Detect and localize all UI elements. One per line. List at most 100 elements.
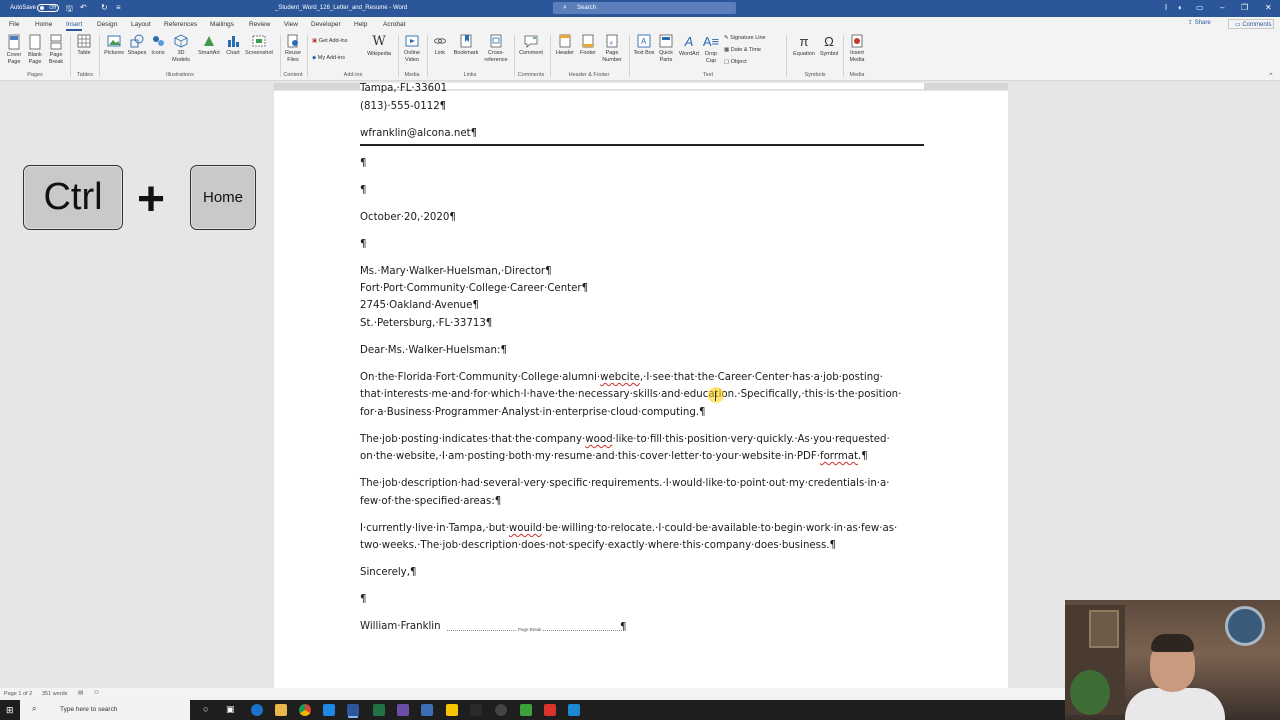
- app-icon[interactable]: [421, 704, 433, 716]
- word-taskbar-icon[interactable]: [347, 704, 359, 716]
- outlook-icon[interactable]: [323, 704, 335, 716]
- proofing-icon[interactable]: ▤: [78, 690, 83, 696]
- cover-page-button[interactable]: Cover Page: [4, 34, 24, 66]
- equation-button[interactable]: π Equation: [790, 34, 818, 58]
- shapes-button[interactable]: Shapes: [127, 34, 147, 57]
- link-button[interactable]: Link: [431, 34, 449, 57]
- my-addins-icon: ◆: [312, 55, 317, 61]
- icons-button[interactable]: Icons: [149, 34, 167, 57]
- comment-button[interactable]: Comment: [517, 34, 545, 57]
- acrobat-icon[interactable]: [544, 704, 556, 716]
- undo-icon[interactable]: ↶: [80, 3, 87, 12]
- save-icon[interactable]: 🖫: [66, 3, 73, 17]
- date-time-button[interactable]: ▦ Date & Time: [724, 47, 782, 53]
- restore-icon[interactable]: ❐: [1241, 3, 1248, 12]
- text-box-button[interactable]: A Text Box: [633, 34, 655, 57]
- cross-reference-button[interactable]: Cross-reference: [482, 34, 510, 64]
- signature-name: William·Franklin: [360, 621, 441, 632]
- redo-icon[interactable]: ↻: [101, 3, 108, 12]
- table-button[interactable]: Table: [74, 34, 94, 57]
- tab-layout[interactable]: Layout: [131, 21, 151, 28]
- accessibility-icon[interactable]: ⚇: [94, 690, 99, 696]
- share-label: Share: [1194, 20, 1211, 26]
- tab-design[interactable]: Design: [97, 21, 117, 28]
- tab-acrobat[interactable]: Acrobat: [383, 21, 405, 28]
- edge-icon[interactable]: [251, 704, 263, 716]
- share-button[interactable]: ⇪ Share: [1188, 19, 1218, 29]
- blank-page-button[interactable]: Blank Page: [26, 34, 44, 66]
- ribbon-display-icon[interactable]: ▭: [1196, 3, 1204, 12]
- minimize-icon[interactable]: –: [1220, 3, 1224, 12]
- spelling-error[interactable]: webcite: [600, 372, 640, 383]
- customize-qat-icon[interactable]: ≡: [116, 3, 121, 12]
- wordart-button[interactable]: A WordArt: [677, 34, 701, 58]
- taskbar-search[interactable]: ⌕ Type here to search: [20, 700, 190, 720]
- tab-review[interactable]: Review: [249, 21, 270, 28]
- insert-media-button[interactable]: Insert Media: [846, 34, 868, 64]
- pictures-button[interactable]: Pictures: [103, 34, 125, 57]
- tab-developer[interactable]: Developer: [311, 21, 341, 28]
- document-page[interactable]: Tampa,·FL·33601 (813)·555-0112¶ wfrankli…: [274, 83, 1008, 688]
- info-icon[interactable]: ǀ: [1165, 3, 1167, 12]
- quick-parts-button[interactable]: Quick Parts: [656, 34, 676, 64]
- drop-cap-button[interactable]: A≡ Drop Cap: [702, 34, 720, 65]
- spelling-error[interactable]: forrmat: [820, 451, 858, 462]
- reuse-files-icon: [287, 34, 298, 48]
- my-addins-button[interactable]: ◆ My Add-ins: [312, 55, 362, 61]
- footer-button[interactable]: Footer: [577, 34, 599, 57]
- app-icon[interactable]: [568, 704, 580, 716]
- vertical-ruler[interactable]: [0, 90, 8, 688]
- teams-icon[interactable]: [397, 704, 409, 716]
- chart-button[interactable]: Chart: [224, 34, 242, 57]
- symbol-button[interactable]: Ω Symbol: [818, 34, 840, 58]
- collapse-ribbon-icon[interactable]: ⌃: [1268, 72, 1274, 80]
- chrome-icon[interactable]: [299, 704, 311, 716]
- task-view-icon[interactable]: ▣: [226, 704, 235, 715]
- tab-mailings[interactable]: Mailings: [210, 21, 234, 28]
- get-addins-button[interactable]: ▣ Get Add-ins: [312, 38, 362, 44]
- closing: Sincerely,¶: [360, 567, 417, 578]
- online-video-button[interactable]: Online Video: [401, 34, 423, 64]
- header-button[interactable]: Header: [554, 34, 576, 57]
- cortana-icon[interactable]: ○: [203, 704, 208, 714]
- tab-home[interactable]: Home: [35, 21, 52, 28]
- settings-icon[interactable]: [495, 704, 507, 716]
- tab-references[interactable]: References: [164, 21, 197, 28]
- tab-help[interactable]: Help: [354, 21, 367, 28]
- user-icon[interactable]: ◐: [1178, 3, 1183, 12]
- page-break-button[interactable]: Page Break: [46, 34, 66, 66]
- app-icon[interactable]: [520, 704, 532, 716]
- wikipedia-button[interactable]: W Wikipedia: [365, 34, 393, 58]
- page-number-button[interactable]: # Page Number: [600, 34, 624, 64]
- tab-file[interactable]: File: [9, 21, 19, 28]
- signature-line-button[interactable]: ✎ Signature Line: [724, 35, 782, 41]
- autosave-toggle[interactable]: Off: [37, 4, 59, 12]
- word-count[interactable]: 351 words: [42, 691, 67, 697]
- spelling-error[interactable]: wood: [585, 434, 612, 445]
- tab-insert[interactable]: Insert: [66, 21, 83, 31]
- close-icon[interactable]: ✕: [1265, 3, 1272, 12]
- object-button[interactable]: ▢ Object: [724, 59, 782, 65]
- text-box-icon: A: [637, 34, 651, 48]
- spelling-error[interactable]: wouild: [509, 523, 542, 534]
- quick-parts-icon: [659, 34, 673, 48]
- group-tables: Tables: [77, 72, 93, 78]
- search-box[interactable]: ⌕ Search: [553, 2, 736, 14]
- text-run: I·currently·live·in·Tampa,·but·: [360, 523, 509, 534]
- object-icon: ▢: [724, 59, 730, 65]
- smartart-button[interactable]: SmartArt: [196, 34, 222, 57]
- tab-view[interactable]: View: [284, 21, 298, 28]
- app-icon[interactable]: [470, 704, 482, 716]
- file-explorer-icon[interactable]: [275, 704, 287, 716]
- reuse-files-button[interactable]: Reuse Files: [283, 34, 303, 64]
- bookmark-button[interactable]: Bookmark: [451, 34, 481, 57]
- excel-icon[interactable]: [373, 704, 385, 716]
- text-run: ·be·willing·to·relocate.·I·could·be·avai…: [542, 523, 898, 534]
- 3d-models-button[interactable]: 3D Models: [169, 34, 193, 64]
- screenshot-button[interactable]: Screenshot: [244, 34, 274, 57]
- sticky-notes-icon[interactable]: [446, 704, 458, 716]
- webcam-person-body: [1125, 688, 1225, 720]
- comments-button[interactable]: ▭ Comments: [1228, 19, 1274, 29]
- windows-start-icon[interactable]: ⊞: [6, 705, 14, 716]
- page-count[interactable]: Page 1 of 2: [4, 691, 32, 697]
